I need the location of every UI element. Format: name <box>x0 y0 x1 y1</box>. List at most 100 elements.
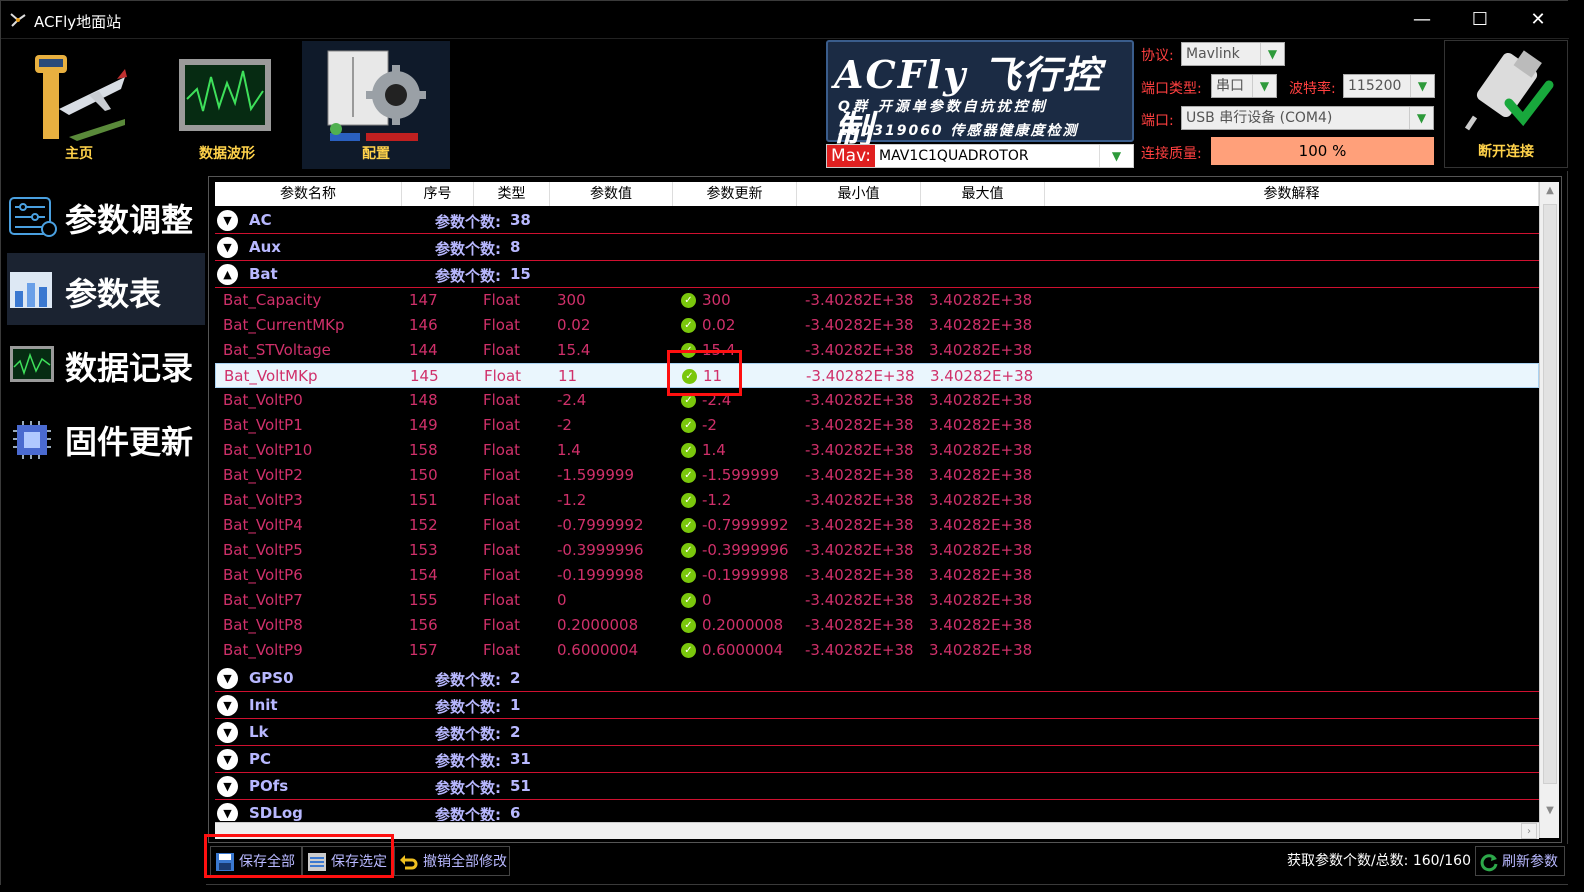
scroll-right-icon[interactable]: › <box>1521 823 1537 839</box>
chevron-down-icon[interactable]: ▼ <box>217 237 238 258</box>
scroll-down-icon[interactable]: ▼ <box>1540 802 1560 820</box>
group-row[interactable]: ▼ SDLog 参数个数: 6 <box>215 800 1539 821</box>
col-header-max[interactable]: 最大值 <box>921 182 1045 206</box>
cell-max: 3.40282E+38 <box>929 291 1033 309</box>
group-row[interactable]: ▼ GPS0 参数个数: 2 <box>215 665 1539 692</box>
horizontal-scrollbar[interactable]: › <box>215 822 1539 839</box>
mav-select[interactable]: Mav: MAV1C1QUADROTOR ▼ <box>826 144 1134 168</box>
sidebar-item-data-log[interactable]: 数据记录 <box>7 327 205 399</box>
chevron-down-icon[interactable]: ▼ <box>217 695 238 716</box>
cell-update: -0.3999996 <box>702 541 789 559</box>
group-row[interactable]: ▼ AC 参数个数: 38 <box>215 207 1539 234</box>
col-header-desc[interactable]: 参数解释 <box>1045 182 1539 206</box>
port-select[interactable]: USB 串行设备 (COM4) ▼ <box>1181 106 1434 130</box>
sidebar-item-param-tuning[interactable]: 参数调整 <box>7 179 205 251</box>
param-grid[interactable]: 参数名称 序号 类型 参数值 参数更新 最小值 最大值 参数解释 ▼ AC 参数个数… <box>208 176 1562 843</box>
title-bar[interactable]: ACFly地面站 — ☐ ✕ <box>1 1 1569 39</box>
cell-value[interactable]: -1.599999 <box>557 466 634 484</box>
cell-value[interactable]: -0.1999998 <box>557 566 644 584</box>
param-row[interactable]: Bat_VoltP9 157 Float 0.6000004 -3.40282E+38 3… <box>215 638 1539 663</box>
check-ok-icon: ✓ <box>681 593 696 608</box>
refresh-params-button[interactable]: 刷新参数 <box>1475 846 1565 876</box>
col-header-id[interactable]: 序号 <box>402 182 474 206</box>
param-row[interactable]: Bat_VoltP8 156 Float 0.2000008 -3.40282E+38 3… <box>215 613 1539 638</box>
group-row[interactable]: ▼ PC 参数个数: 31 <box>215 746 1539 773</box>
col-header-min[interactable]: 最小值 <box>797 182 921 206</box>
param-row[interactable]: Bat_VoltP7 155 Float 0 -3.40282E+38 3.40282E+… <box>215 588 1539 613</box>
chevron-down-icon[interactable]: ▼ <box>217 749 238 770</box>
cell-name: Bat_VoltP0 <box>223 391 303 409</box>
cell-update: -2 <box>702 416 717 434</box>
col-header-value[interactable]: 参数值 <box>550 182 673 206</box>
cell-update: 0 <box>702 591 712 609</box>
cell-value[interactable]: 0.02 <box>557 316 590 334</box>
param-row[interactable]: Bat_Capacity 147 Float 300 -3.40282E+38 3.402… <box>215 288 1539 313</box>
config-tab[interactable]: 配置 <box>302 41 450 169</box>
cell-id: 145 <box>410 367 439 385</box>
cell-value[interactable]: 11 <box>558 367 577 385</box>
group-row[interactable]: ▼ Aux 参数个数: 8 <box>215 234 1539 261</box>
home-tab[interactable]: 主页 <box>5 41 153 169</box>
grid-header: 参数名称 序号 类型 参数值 参数更新 最小值 最大值 参数解释 <box>215 182 1539 206</box>
param-row[interactable]: Bat_CurrentMKp 146 Float 0.02 -3.40282E+38 3.… <box>215 313 1539 338</box>
scroll-up-icon[interactable]: ▲ <box>1540 182 1560 200</box>
param-row[interactable]: Bat_VoltP1 149 Float -2 -3.40282E+38 3.40282E… <box>215 413 1539 438</box>
group-row[interactable]: ▲ Bat 参数个数: 15 <box>215 261 1539 288</box>
chevron-down-icon[interactable]: ▼ <box>217 722 238 743</box>
cell-id: 147 <box>409 291 438 309</box>
sidebar-item-param-table[interactable]: 参数表 <box>7 253 205 325</box>
chevron-down-icon[interactable]: ▼ <box>217 776 238 797</box>
param-row[interactable]: Bat_STVoltage 144 Float 15.4 -3.40282E+38 3.4… <box>215 338 1539 363</box>
waveform-tab[interactable]: 数据波形 <box>153 41 301 169</box>
baud-select[interactable]: 115200 ▼ <box>1343 74 1435 98</box>
param-row[interactable]: Bat_VoltP6 154 Float -0.1999998 -3.40282E+38… <box>215 563 1539 588</box>
minimize-button[interactable]: — <box>1399 5 1445 35</box>
param-row[interactable]: Bat_VoltP10 158 Float 1.4 -3.40282E+38 3.4028… <box>215 438 1539 463</box>
param-row[interactable]: Bat_VoltP3 151 Float -1.2 -3.40282E+38 3.4028… <box>215 488 1539 513</box>
cell-value[interactable]: 0 <box>557 591 567 609</box>
cell-min: -3.40282E+38 <box>805 516 914 534</box>
cell-update: 0.2000008 <box>702 616 784 634</box>
cell-value[interactable]: 0.6000004 <box>557 641 638 659</box>
protocol-select[interactable]: Mavlink ▼ <box>1181 42 1285 66</box>
cell-value[interactable]: -0.3999996 <box>557 541 644 559</box>
baud-label: 波特率: <box>1289 81 1336 97</box>
vertical-scrollbar[interactable]: ▲ ▼ <box>1539 182 1559 838</box>
chevron-down-icon[interactable]: ▼ <box>217 803 238 821</box>
undo-all-button[interactable]: 撤销全部修改 <box>394 846 510 876</box>
maximize-button[interactable]: ☐ <box>1457 5 1503 35</box>
port-type-select[interactable]: 串口 ▼ <box>1211 74 1277 98</box>
disconnect-button[interactable]: 断开连接 <box>1444 40 1568 168</box>
cell-min: -3.40282E+38 <box>805 341 914 359</box>
scroll-thumb[interactable] <box>1543 204 1557 784</box>
close-button[interactable]: ✕ <box>1515 5 1561 35</box>
chevron-down-icon[interactable]: ▼ <box>217 668 238 689</box>
param-row[interactable]: Bat_VoltP4 152 Float -0.7999992 -3.40282E+38… <box>215 513 1539 538</box>
param-row[interactable]: Bat_VoltP5 153 Float -0.3999996 -3.40282E+38… <box>215 538 1539 563</box>
group-row[interactable]: ▼ Init 参数个数: 1 <box>215 692 1539 719</box>
cell-value[interactable]: -1.2 <box>557 491 586 509</box>
cell-max: 3.40282E+38 <box>929 616 1033 634</box>
chevron-down-icon[interactable]: ▼ <box>217 210 238 231</box>
col-header-name[interactable]: 参数名称 <box>215 182 402 206</box>
cell-min: -3.40282E+38 <box>805 291 914 309</box>
param-row[interactable]: Bat_VoltMKp 145 Float 11 -3.40282E+38 3.40282… <box>215 363 1539 388</box>
param-row[interactable]: Bat_VoltP0 148 Float -2.4 -3.40282E+38 3.4028… <box>215 388 1539 413</box>
cell-value[interactable]: -2.4 <box>557 391 586 409</box>
cell-value[interactable]: 1.4 <box>557 441 581 459</box>
group-row[interactable]: ▼ Lk 参数个数: 2 <box>215 719 1539 746</box>
cell-value[interactable]: -0.7999992 <box>557 516 644 534</box>
col-header-update[interactable]: 参数更新 <box>673 182 797 206</box>
col-header-type[interactable]: 类型 <box>474 182 550 206</box>
group-row[interactable]: ▼ POfs 参数个数: 51 <box>215 773 1539 800</box>
cell-value[interactable]: -2 <box>557 416 572 434</box>
chevron-up-icon[interactable]: ▲ <box>217 264 238 285</box>
cell-type: Float <box>483 441 521 459</box>
cell-id: 149 <box>409 416 438 434</box>
sidebar-item-firmware-update[interactable]: 固件更新 <box>7 401 205 473</box>
cell-value[interactable]: 300 <box>557 291 586 309</box>
param-row[interactable]: Bat_VoltP2 150 Float -1.599999 -3.40282E+38 3… <box>215 463 1539 488</box>
cell-value[interactable]: 15.4 <box>557 341 590 359</box>
cell-value[interactable]: 0.2000008 <box>557 616 638 634</box>
group-name: SDLog <box>249 804 303 821</box>
